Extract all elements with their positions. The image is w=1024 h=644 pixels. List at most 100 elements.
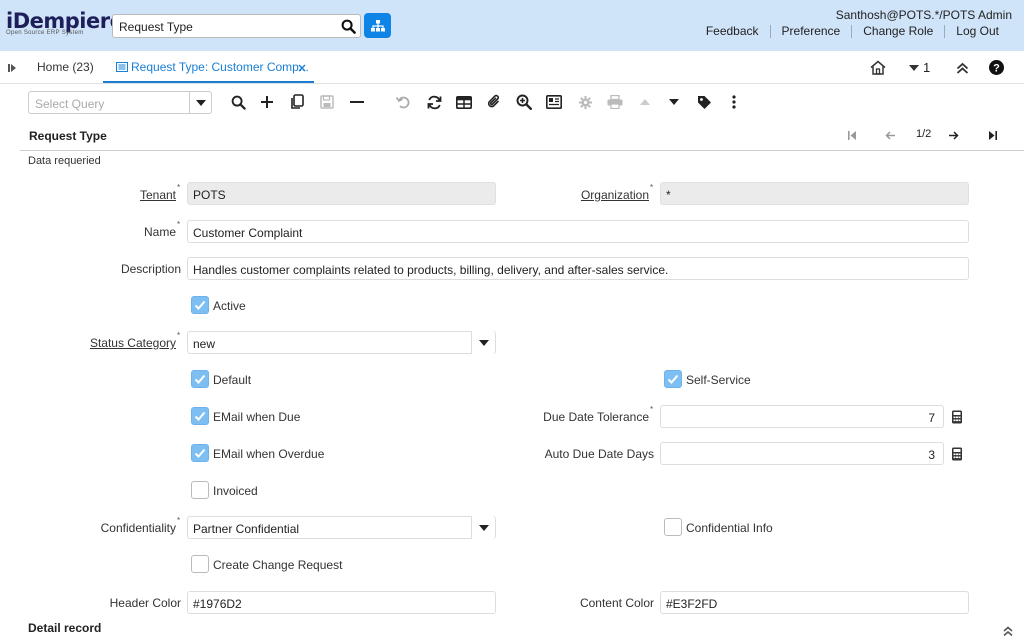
confidential-info-label: Confidential Info <box>686 521 773 535</box>
collapse-up-icon[interactable] <box>956 62 969 74</box>
copy-record-icon[interactable] <box>287 92 307 112</box>
header-color-label: Header Color <box>109 596 181 610</box>
organization-label[interactable]: Organization <box>581 188 649 202</box>
expand-sidebar-icon[interactable] <box>8 63 17 73</box>
email-when-due-checkbox[interactable] <box>191 407 209 425</box>
more-options-icon[interactable] <box>724 92 744 112</box>
email-when-due-label: EMail when Due <box>213 410 301 424</box>
record-position: 1/2 <box>916 128 932 140</box>
required-marker: * <box>650 405 654 414</box>
detail-record-icon[interactable] <box>664 92 684 112</box>
due-date-tolerance-input[interactable]: 7 <box>660 405 944 428</box>
calculator-icon[interactable] <box>950 447 964 461</box>
status-category-label[interactable]: Status Category <box>90 336 176 350</box>
report-icon[interactable] <box>544 92 564 112</box>
menu-tree-button[interactable] <box>364 13 391 38</box>
content-color-input[interactable]: #E3F2FD <box>660 591 969 614</box>
window-dropdown-icon[interactable] <box>909 65 919 71</box>
active-checkbox[interactable] <box>191 296 209 314</box>
close-tab-icon[interactable] <box>298 64 306 72</box>
email-when-overdue-label: EMail when Overdue <box>213 447 325 461</box>
invoiced-checkbox[interactable] <box>191 481 209 499</box>
confidentiality-label: Confidentiality <box>100 521 176 535</box>
auto-due-date-days-input[interactable]: 3 <box>660 442 944 465</box>
header-color-input[interactable]: #1976D2 <box>187 591 496 614</box>
tab-home[interactable]: Home (23) <box>37 60 94 74</box>
collapse-detail-icon[interactable] <box>1003 626 1013 636</box>
next-record-icon[interactable] <box>949 131 959 140</box>
due-date-tolerance-label: Due Date Tolerance <box>543 410 649 424</box>
grid-toggle-icon[interactable] <box>454 92 474 112</box>
chevron-down-icon[interactable] <box>471 516 495 539</box>
required-marker: * <box>650 183 654 192</box>
preference-link[interactable]: Preference <box>769 25 852 38</box>
self-service-label: Self-Service <box>686 373 751 387</box>
process-gear-icon[interactable] <box>575 92 595 112</box>
chevron-down-icon[interactable] <box>189 92 211 113</box>
confidentiality-select[interactable]: Partner Confidential <box>187 516 496 539</box>
refresh-icon[interactable] <box>424 92 444 112</box>
new-record-icon[interactable] <box>257 92 277 112</box>
detail-record-heading: Detail record <box>28 621 102 635</box>
log-out-link[interactable]: Log Out <box>944 25 1010 38</box>
header-links: Feedback Preference Change Role Log Out <box>695 25 1010 38</box>
email-when-overdue-checkbox[interactable] <box>191 444 209 462</box>
status-category-select[interactable]: new <box>187 331 496 354</box>
search-icon <box>341 19 356 34</box>
status-message: Data requeried <box>28 155 101 167</box>
user-role-label[interactable]: Santhosh@POTS.*/POTS Admin <box>836 8 1012 22</box>
invoiced-label: Invoiced <box>213 484 258 498</box>
parent-record-icon[interactable] <box>635 92 655 112</box>
self-service-checkbox[interactable] <box>664 370 682 388</box>
global-search-input[interactable]: Request Type <box>112 14 338 38</box>
zoom-across-icon[interactable] <box>514 92 534 112</box>
tenant-field: POTS <box>187 182 496 205</box>
confidential-info-checkbox[interactable] <box>664 518 682 536</box>
svg-text:?: ? <box>993 63 1000 75</box>
window-count[interactable]: 1 <box>923 60 930 75</box>
idempiere-logo[interactable]: iDempiere Open Source ERP System <box>6 9 124 36</box>
create-change-request-checkbox[interactable] <box>191 555 209 573</box>
name-input[interactable]: Customer Complaint <box>187 220 969 243</box>
active-label: Active <box>213 299 246 313</box>
description-input[interactable]: Handles customer complaints related to p… <box>187 257 969 280</box>
undo-icon[interactable] <box>393 92 413 112</box>
help-icon[interactable]: ? <box>989 60 1004 75</box>
sitemap-icon <box>370 19 385 31</box>
home-icon[interactable] <box>870 60 886 75</box>
required-marker: * <box>177 220 181 229</box>
tab-request-type[interactable]: Request Type: Customer Comp... <box>131 60 309 74</box>
panel-title: Request Type <box>29 129 107 143</box>
select-query-dropdown[interactable]: Select Query <box>28 91 212 114</box>
content-color-label: Content Color <box>579 596 654 610</box>
chevron-down-icon[interactable] <box>471 331 495 354</box>
required-marker: * <box>177 183 181 192</box>
required-marker: * <box>177 331 181 340</box>
default-checkbox[interactable] <box>191 370 209 388</box>
save-icon[interactable] <box>317 92 337 112</box>
panel-header: Request Type 1/2 <box>20 120 1024 151</box>
print-icon[interactable] <box>605 92 625 112</box>
active-tab-indicator <box>103 81 314 83</box>
tenant-label[interactable]: Tenant <box>140 188 176 202</box>
find-icon[interactable] <box>228 92 248 112</box>
required-marker: * <box>177 516 181 525</box>
delete-icon[interactable] <box>347 92 367 112</box>
default-label: Default <box>213 373 252 387</box>
tag-icon[interactable] <box>694 92 714 112</box>
attachment-icon[interactable] <box>484 92 504 112</box>
feedback-link[interactable]: Feedback <box>695 25 770 38</box>
auto-due-date-days-label: Auto Due Date Days <box>544 447 654 461</box>
first-record-icon[interactable] <box>848 131 856 140</box>
change-role-link[interactable]: Change Role <box>851 25 944 38</box>
last-record-icon[interactable] <box>989 131 997 140</box>
name-label: Name <box>143 225 176 239</box>
description-label: Description <box>120 262 181 276</box>
previous-record-icon[interactable] <box>885 131 895 140</box>
window-icon <box>116 62 128 72</box>
create-change-request-label: Create Change Request <box>213 558 343 572</box>
search-button[interactable] <box>337 14 361 38</box>
app-header: iDempiere Open Source ERP System Request… <box>0 0 1024 51</box>
select-query-placeholder: Select Query <box>35 97 105 111</box>
calculator-icon[interactable] <box>950 410 964 424</box>
